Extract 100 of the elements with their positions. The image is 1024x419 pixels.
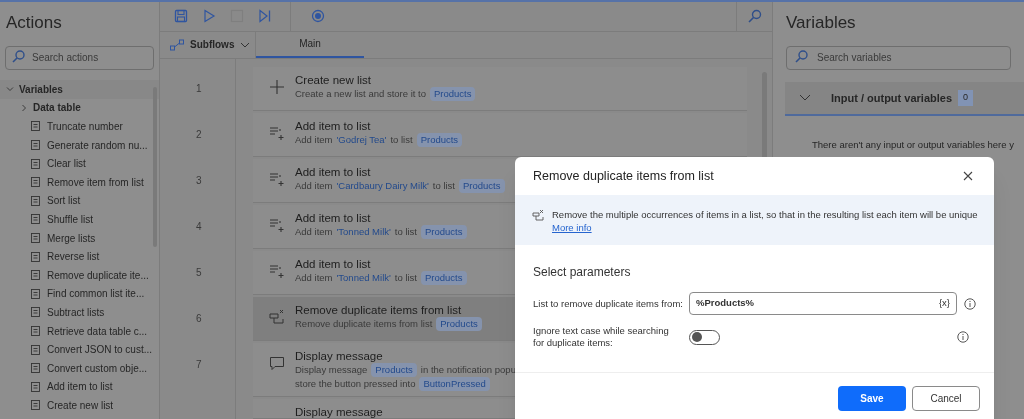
add-item-icon bbox=[269, 171, 285, 187]
speech-bubble-icon bbox=[269, 355, 285, 371]
variable-chip: Products bbox=[421, 270, 467, 286]
tree-item[interactable]: Subtract lists bbox=[0, 303, 159, 322]
description-text: Display message bbox=[295, 362, 368, 377]
action-icon bbox=[30, 343, 42, 356]
variable-chip: Products bbox=[436, 316, 482, 332]
line-number: 7 bbox=[196, 358, 202, 372]
variable-chip: Products bbox=[421, 224, 467, 240]
info-icon bbox=[957, 331, 969, 343]
empty-message: There aren't any input or output variables here y bbox=[812, 138, 1015, 152]
step-title: Add item to list bbox=[295, 211, 372, 225]
action-icon bbox=[30, 250, 42, 263]
section-header[interactable]: Input / output variables 0 bbox=[785, 82, 1024, 116]
record-icon bbox=[311, 9, 325, 24]
plus-icon bbox=[269, 79, 285, 95]
save-icon bbox=[174, 9, 188, 24]
dialog-title: Remove duplicate items from list bbox=[533, 167, 714, 185]
literal-text: 'Tonned Milk' bbox=[336, 224, 391, 239]
add-item-icon bbox=[269, 217, 285, 233]
section-title: Select parameters bbox=[532, 264, 632, 281]
action-icon bbox=[30, 287, 42, 300]
tree-item[interactable]: Merge lists bbox=[0, 228, 159, 248]
tree-item[interactable]: Sort list bbox=[0, 191, 159, 211]
save-button[interactable]: Save bbox=[838, 385, 906, 411]
action-icon bbox=[30, 194, 42, 207]
tree-item[interactable]: Find common list ite... bbox=[0, 284, 159, 304]
description-text: Add item bbox=[295, 270, 333, 285]
variable-chip: Products bbox=[429, 86, 476, 102]
field-label: List to remove duplicate items from: bbox=[533, 297, 684, 310]
action-icon bbox=[30, 269, 42, 282]
search-icon bbox=[747, 9, 762, 24]
add-item-icon bbox=[269, 125, 285, 141]
variable-chip: Products bbox=[371, 362, 417, 378]
cancel-button[interactable]: Cancel bbox=[912, 385, 980, 411]
description-text: Create a new list and store it to bbox=[295, 86, 426, 101]
tree-item[interactable]: Remove duplicate ite... bbox=[0, 265, 159, 285]
description-text: store the button pressed into bbox=[295, 376, 416, 391]
tree-item[interactable]: Add item to list bbox=[0, 377, 159, 397]
action-icon bbox=[30, 325, 42, 337]
search-field[interactable]: Search variables bbox=[786, 45, 1011, 70]
action-icon bbox=[30, 157, 42, 170]
tree-item[interactable]: Truncate number bbox=[0, 117, 159, 136]
info-icon bbox=[964, 297, 976, 310]
literal-text: 'Cardbaury Dairy Milk' bbox=[336, 178, 429, 193]
action-icon bbox=[30, 120, 42, 133]
action-icon bbox=[30, 232, 42, 245]
description-text: to list bbox=[394, 224, 417, 239]
description-text: Remove duplicate items from list bbox=[295, 316, 433, 331]
tree-item[interactable]: Data table bbox=[0, 98, 159, 118]
variable-picker[interactable]: {x} bbox=[938, 296, 950, 311]
tree-item[interactable]: Clear list bbox=[0, 154, 159, 173]
tree-item[interactable]: Generate random nu... bbox=[0, 135, 159, 155]
search-field[interactable]: Search actions bbox=[5, 45, 154, 70]
subflows-dropdown[interactable]: Subflows bbox=[160, 31, 256, 58]
step-title: Display message bbox=[295, 405, 383, 419]
step-title: Add item to list bbox=[295, 165, 372, 179]
action-icon bbox=[30, 399, 42, 412]
step-title: Create new list bbox=[295, 73, 373, 87]
variable-chip: Products bbox=[416, 132, 463, 148]
tree-item[interactable]: Remove item from list bbox=[0, 172, 159, 192]
panel-title: Variables bbox=[785, 12, 857, 34]
tree-item[interactable]: Reverse list bbox=[0, 247, 159, 266]
field-label: Ignore text case while searching for duplicate items: bbox=[533, 325, 670, 349]
section-title: Input / output variables bbox=[831, 90, 952, 106]
step-title: Display message bbox=[295, 349, 384, 363]
count-badge: 0 bbox=[958, 90, 974, 106]
tree-item[interactable]: Retrieve data table c... bbox=[0, 321, 159, 341]
play-icon bbox=[202, 9, 216, 24]
add-item-icon bbox=[269, 263, 285, 279]
more-info-link[interactable]: More info bbox=[552, 221, 592, 234]
tab[interactable]: Main bbox=[256, 31, 364, 58]
dedupe-icon bbox=[532, 209, 544, 221]
line-number: 4 bbox=[196, 220, 202, 234]
tree-item[interactable]: Convert JSON to cust... bbox=[0, 340, 159, 359]
tree-item[interactable]: Create new list bbox=[0, 396, 159, 415]
action-icon bbox=[30, 139, 42, 152]
literal-text: 'Godrej Tea' bbox=[336, 132, 387, 147]
line-number: 1 bbox=[196, 82, 202, 96]
action-icon bbox=[30, 213, 42, 226]
step-title: Add item to list bbox=[295, 119, 372, 133]
line-number: 2 bbox=[196, 128, 202, 142]
description-text: Add item bbox=[295, 178, 333, 193]
close-icon bbox=[963, 171, 973, 181]
chevron-down-icon bbox=[240, 40, 251, 49]
description-text: in the notification popu bbox=[420, 362, 516, 377]
tree-item[interactable]: Shuffle list bbox=[0, 210, 159, 229]
toggle-switch[interactable] bbox=[689, 329, 720, 345]
tree-item[interactable]: Convert custom obje... bbox=[0, 358, 159, 378]
action-icon bbox=[30, 306, 42, 319]
line-number: 6 bbox=[196, 312, 202, 326]
description-text: to list bbox=[432, 178, 455, 193]
description-text: Add item bbox=[295, 224, 333, 239]
step-title: Remove duplicate items from list bbox=[295, 303, 463, 317]
search-icon bbox=[12, 50, 25, 63]
line-number: 3 bbox=[196, 174, 202, 188]
info-text: Remove the multiple occurrences of items in a list, so that in the resulting list each item will be unique bbox=[552, 208, 978, 221]
action-icon bbox=[30, 362, 42, 375]
action-icon bbox=[30, 176, 42, 189]
input-field[interactable]: %Products% {x} bbox=[689, 292, 957, 315]
